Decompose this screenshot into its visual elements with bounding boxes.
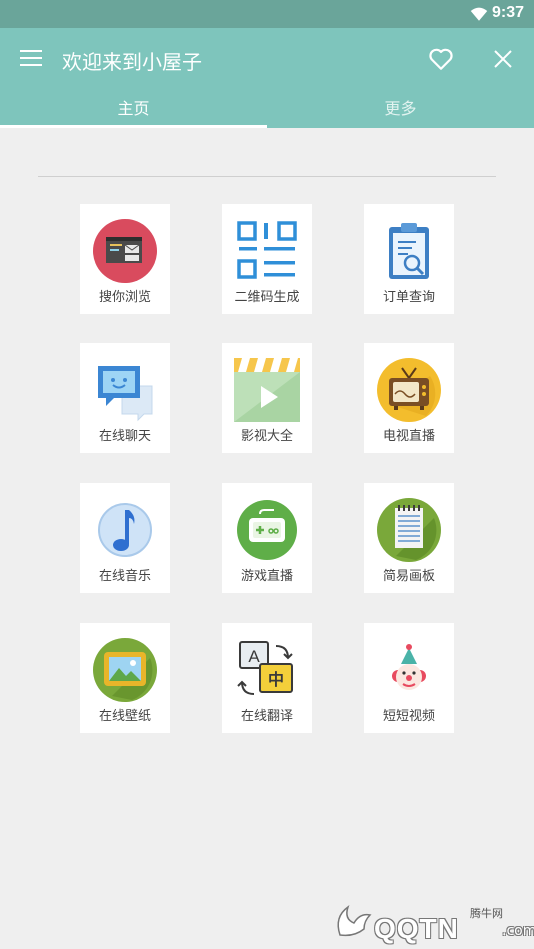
wallpaper-icon: [93, 638, 157, 702]
status-bar: 9:37: [0, 0, 534, 28]
clown-icon: [392, 644, 426, 690]
grid-item-label: 订单查询: [382, 290, 435, 305]
divider: [38, 176, 496, 177]
tab-bar: 主页 更多: [0, 96, 534, 128]
grid-item-translate[interactable]: A 中 在线翻译: [222, 623, 312, 733]
chat-icon: [98, 366, 153, 422]
watermark: 腾牛网 QQTN .com: [330, 893, 534, 945]
tab-home[interactable]: 主页: [0, 96, 267, 128]
grid-item-short-video[interactable]: 短短视频: [364, 623, 454, 733]
menu-icon: [20, 50, 42, 52]
grid-item-label: 短短视频: [382, 709, 435, 724]
watermark-suffix: .com: [502, 923, 534, 939]
status-time: 9:37: [491, 4, 524, 21]
qrcode-icon: [237, 221, 297, 279]
grid-item-notepad[interactable]: 简易画板: [364, 483, 454, 593]
page-title: 欢迎来到小屋子: [62, 50, 202, 74]
grid-item-label: 游戏直播: [240, 569, 293, 584]
grid-item-label: 在线翻译: [240, 709, 293, 724]
grid-item-label: 搜你浏览: [98, 290, 151, 305]
grid-item-order[interactable]: 订单查询: [364, 204, 454, 314]
gamepad-icon: [237, 500, 297, 560]
watermark-brand: QQTN: [374, 913, 459, 944]
grid-item-music[interactable]: 在线音乐: [80, 483, 170, 593]
grid-item-label: 电视直播: [382, 429, 435, 444]
svg-text:A: A: [248, 647, 260, 666]
grid-item-browser[interactable]: 搜你浏览: [80, 204, 170, 314]
grid-item-chat[interactable]: 在线聊天: [80, 343, 170, 453]
music-icon: [98, 503, 152, 557]
grid-item-label: 在线聊天: [98, 429, 151, 444]
wifi-icon: [470, 7, 488, 21]
app-bar: 欢迎来到小屋子 主页 更多: [0, 28, 534, 128]
tab-more[interactable]: 更多: [267, 96, 534, 128]
grid-item-wallpaper[interactable]: 在线壁纸: [80, 623, 170, 733]
grid-item-tv[interactable]: 电视直播: [364, 343, 454, 453]
order-search-icon: [389, 223, 429, 279]
watermark-logo: [337, 905, 372, 937]
grid-item-qrcode[interactable]: 二维码生成: [222, 204, 312, 314]
tab-indicator: [0, 125, 267, 128]
svg-text:中: 中: [268, 670, 284, 689]
browser-icon: [93, 219, 157, 283]
menu-button[interactable]: [20, 50, 42, 68]
translate-icon: A 中: [237, 641, 293, 695]
grid-item-label: 二维码生成: [234, 290, 300, 305]
notepad-icon: [377, 498, 441, 562]
watermark-site: 腾牛网: [470, 907, 503, 920]
grid-item-label: 影视大全: [240, 429, 293, 444]
grid-item-video[interactable]: 影视大全: [222, 343, 312, 453]
video-icon: [234, 358, 300, 422]
grid-item-label: 在线壁纸: [98, 709, 151, 724]
grid-item-label: 在线音乐: [98, 569, 151, 584]
grid-item-game[interactable]: 游戏直播: [222, 483, 312, 593]
heart-icon[interactable]: [428, 46, 454, 72]
grid-item-label: 简易画板: [382, 569, 435, 584]
tv-icon: [377, 358, 441, 422]
close-icon[interactable]: [491, 47, 515, 71]
